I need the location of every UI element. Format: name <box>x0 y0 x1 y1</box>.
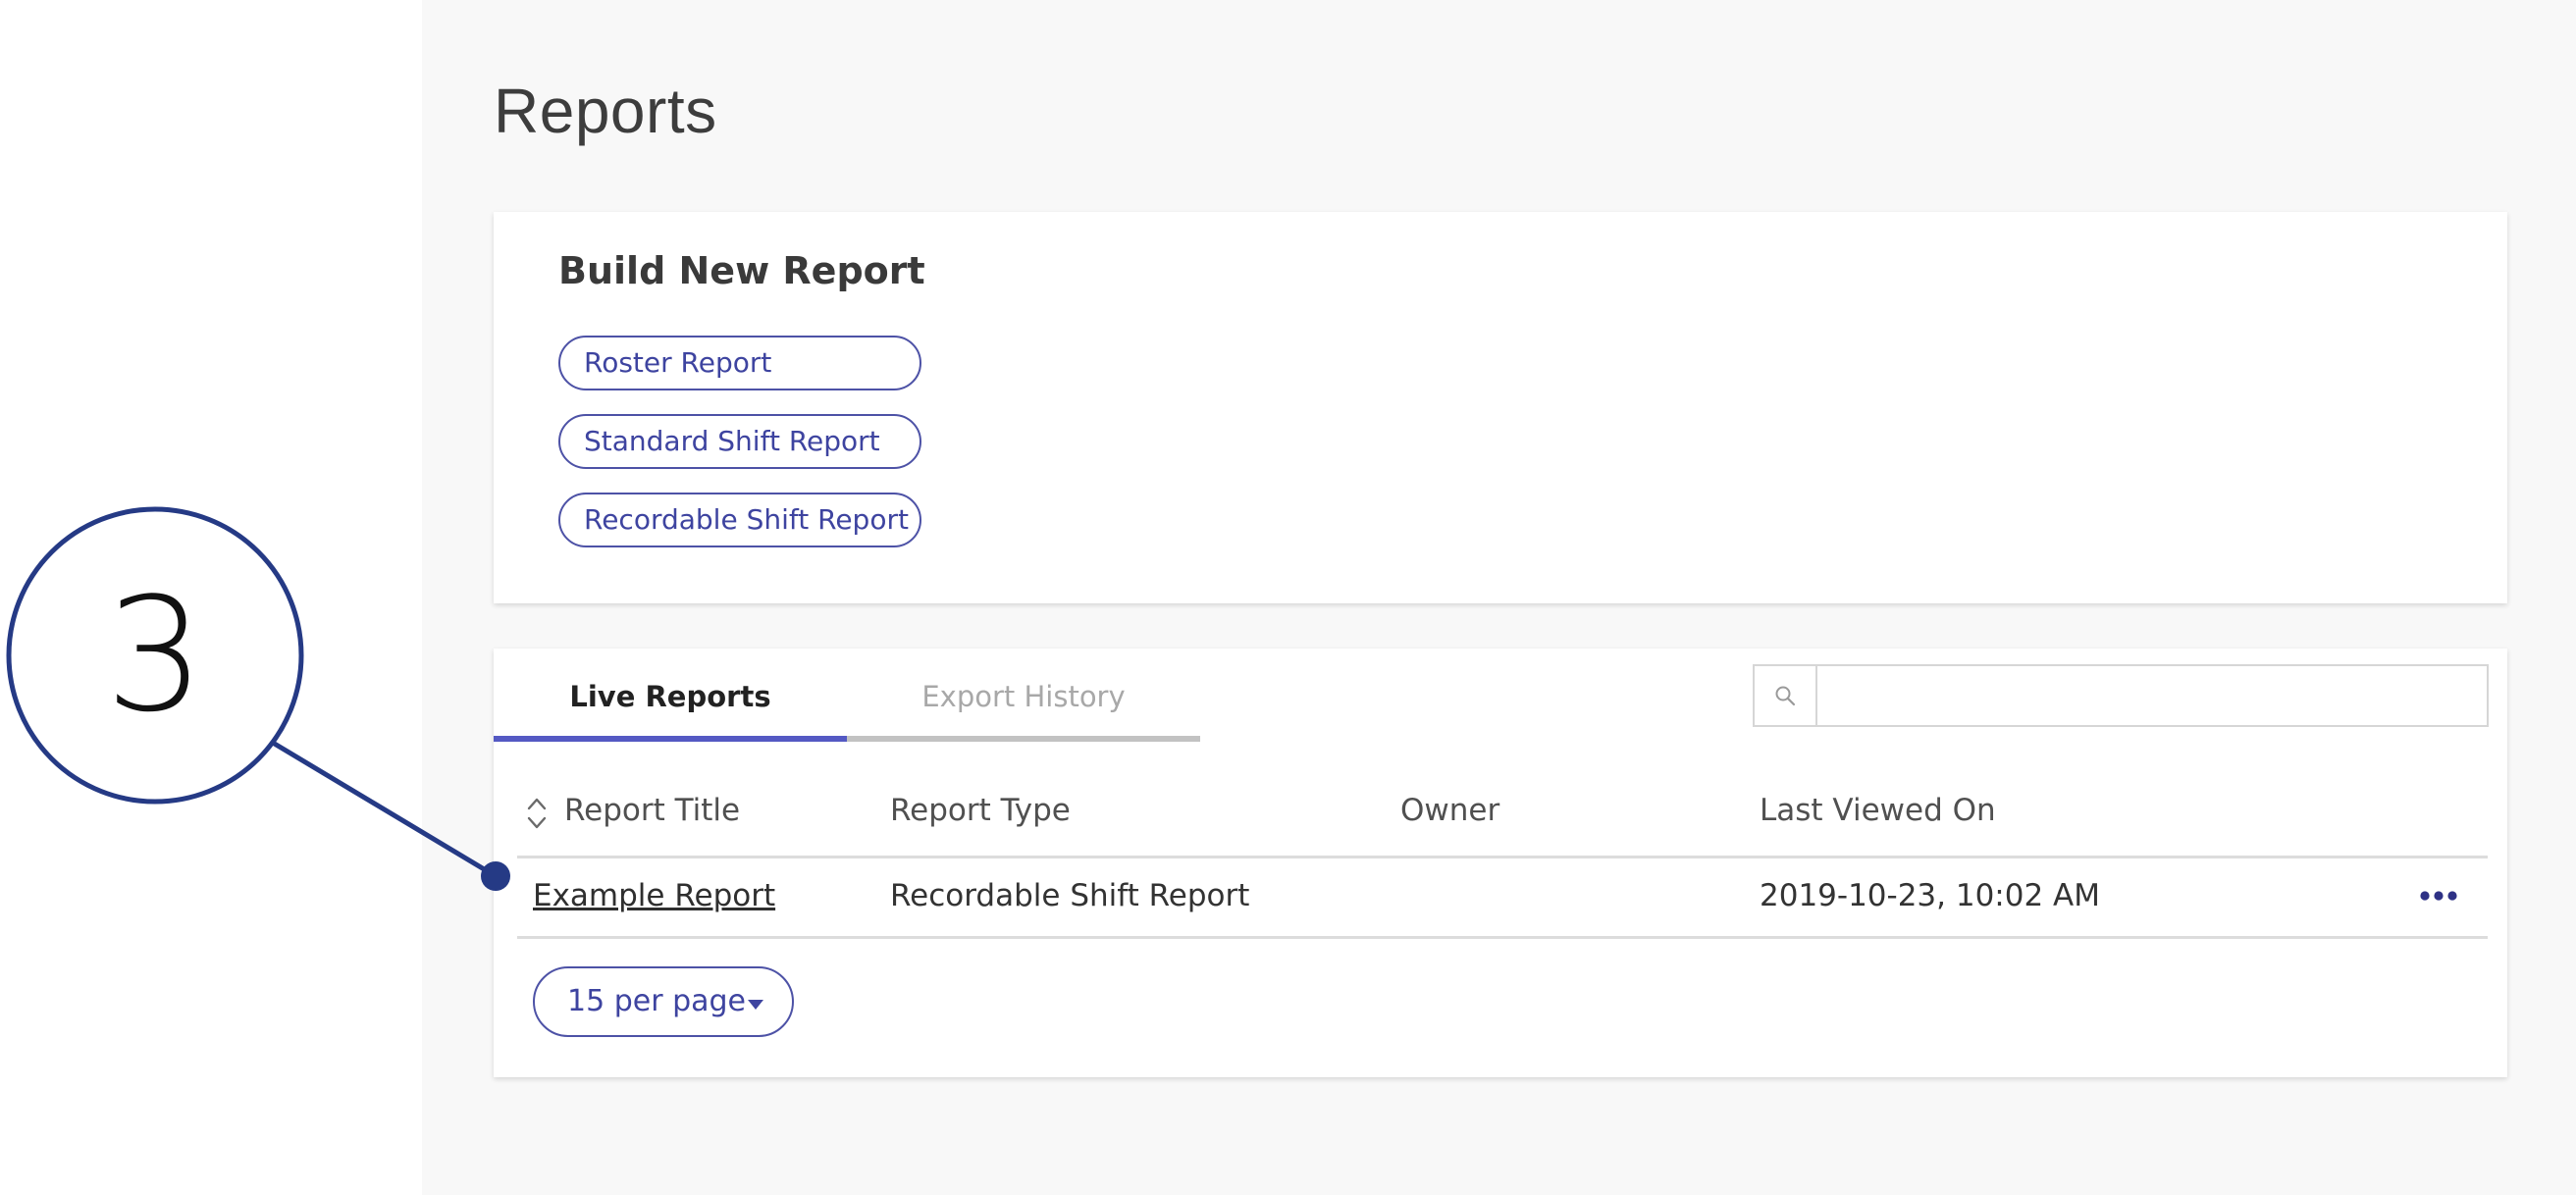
search-input[interactable] <box>1819 666 2487 725</box>
sort-icon[interactable] <box>526 796 548 831</box>
per-page-select[interactable]: 15 per page <box>533 966 794 1037</box>
report-type-cell: Recordable Shift Report <box>890 878 1250 913</box>
callout-number: 3 <box>105 563 205 747</box>
search-icon <box>1775 686 1796 706</box>
column-header-report-title[interactable]: Report Title <box>564 793 740 828</box>
column-header-report-type: Report Type <box>890 793 1071 828</box>
tab-export-history[interactable]: Export History <box>847 649 1200 742</box>
tab-live-reports[interactable]: Live Reports <box>494 649 847 742</box>
row-divider <box>517 936 2488 939</box>
caret-down-icon <box>748 1000 763 1010</box>
build-report-card: Build New Report Roster Report Standard … <box>494 212 2507 603</box>
page-title: Reports <box>494 76 717 146</box>
column-header-last-viewed: Last Viewed On <box>1760 793 1996 828</box>
search-icon-container[interactable] <box>1755 666 1817 725</box>
report-last-viewed-cell: 2019-10-23, 10:02 AM <box>1760 878 2101 913</box>
header-divider <box>517 856 2488 858</box>
column-header-owner: Owner <box>1400 793 1500 828</box>
report-title-link[interactable]: Example Report <box>533 878 775 913</box>
per-page-label: 15 per page <box>567 984 747 1018</box>
build-report-title: Build New Report <box>558 249 925 292</box>
reports-list-card: Live Reports Export History Report Title… <box>494 649 2507 1077</box>
roster-report-button[interactable]: Roster Report <box>558 336 921 390</box>
more-horizontal-icon[interactable] <box>2419 890 2458 902</box>
search-box <box>1753 664 2489 727</box>
recordable-shift-report-button[interactable]: Recordable Shift Report <box>558 493 921 547</box>
standard-shift-report-button[interactable]: Standard Shift Report <box>558 414 921 469</box>
